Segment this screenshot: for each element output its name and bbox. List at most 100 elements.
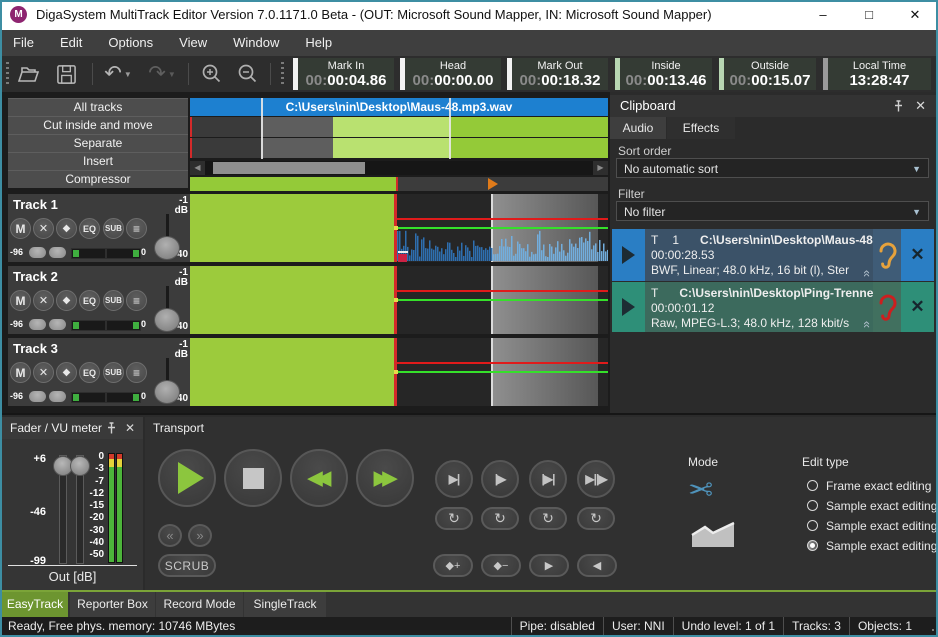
playhead-marker[interactable]	[488, 178, 498, 190]
track-fader-knob[interactable]	[154, 236, 180, 260]
menu-options[interactable]: Options	[95, 30, 166, 56]
track-waveform-area[interactable]	[190, 338, 608, 406]
loop-icon[interactable]: ↻	[435, 507, 473, 530]
loop-icon[interactable]: ↻	[481, 507, 519, 530]
zoom-out-icon[interactable]	[234, 61, 262, 87]
clipboard-entry[interactable]: TC:\Users\nin\Desktop\Ping-Trenner.M 00:…	[612, 282, 934, 332]
play-from-mark-button[interactable]: |▶	[481, 460, 519, 498]
eq-button[interactable]: EQ	[79, 362, 100, 383]
save-icon[interactable]	[52, 61, 80, 87]
close-button[interactable]: ✕	[892, 0, 938, 30]
overview-scrollbar[interactable]: ◀ ▶	[190, 161, 608, 175]
stop-button[interactable]	[224, 449, 282, 507]
entry-play-button[interactable]	[612, 282, 645, 332]
remove-marker-button[interactable]: ◆−	[481, 554, 521, 577]
play-around-mark-button[interactable]: ▶||▶	[577, 460, 615, 498]
fast-forward-button[interactable]: ▶▶	[356, 449, 414, 507]
menu-edit[interactable]: Edit	[47, 30, 95, 56]
menu-window[interactable]: Window	[220, 30, 292, 56]
pan-knob[interactable]	[29, 247, 46, 258]
sub-button[interactable]: SUB	[103, 362, 124, 383]
entry-play-button[interactable]	[612, 229, 645, 281]
solo-button[interactable]: ✕	[33, 290, 54, 311]
edit-tool-separate[interactable]: Separate	[8, 134, 188, 152]
entry-remove-icon[interactable]: ✕	[901, 229, 934, 281]
open-file-icon[interactable]	[14, 61, 42, 87]
tab-audio[interactable]: Audio	[610, 117, 666, 139]
pan-knob[interactable]	[49, 247, 66, 258]
pin-icon[interactable]	[106, 422, 117, 435]
track-waveform-area[interactable]	[190, 266, 608, 334]
track-waveform-area[interactable]	[190, 194, 608, 262]
clipboard-close-icon[interactable]: ✕	[915, 95, 926, 117]
edit-tool-all-tracks[interactable]: All tracks	[8, 98, 188, 116]
entry-remove-icon[interactable]: ✕	[901, 282, 934, 332]
redo-icon[interactable]: ↷▼	[144, 61, 180, 87]
play-selection-button[interactable]: |▶|	[529, 460, 567, 498]
menu-button[interactable]: ≡	[126, 362, 147, 383]
pin-icon[interactable]	[893, 95, 904, 113]
rewind-button[interactable]: ◀◀	[290, 449, 348, 507]
undo-icon[interactable]: ↶▼	[100, 61, 136, 87]
next-marker-button[interactable]: ▶	[529, 554, 569, 577]
timeline-bar[interactable]	[190, 177, 608, 191]
eq-button[interactable]: EQ	[79, 218, 100, 239]
play-to-mark-button[interactable]: ▶|	[435, 460, 473, 498]
output-fader-knob[interactable]	[70, 456, 90, 476]
menu-view[interactable]: View	[166, 30, 220, 56]
scroll-right-icon[interactable]: ▶	[593, 161, 608, 175]
sort-order-select[interactable]: No automatic sort▼	[616, 158, 929, 178]
project-overview[interactable]: C:\Users\nin\Desktop\Maus-48.mp3.wav ◀ ▶	[190, 98, 608, 192]
overview-selection-end[interactable]	[449, 98, 451, 159]
audio-clip-green[interactable]	[190, 338, 394, 406]
zoom-in-icon[interactable]	[198, 61, 226, 87]
pan-knob[interactable]	[29, 391, 46, 402]
expand-icon[interactable]: «	[860, 321, 873, 326]
prelisten-ear-icon[interactable]	[873, 229, 901, 281]
edit-tool-insert[interactable]: Insert	[8, 152, 188, 170]
menu-button[interactable]: ≡	[126, 290, 147, 311]
entry-body[interactable]: T1C:\Users\nin\Desktop\Maus-48.mp 00:00:…	[645, 229, 873, 281]
eq-button[interactable]: EQ	[79, 290, 100, 311]
pan-knob[interactable]	[29, 319, 46, 330]
loop-icon[interactable]: ↻	[577, 507, 615, 530]
maximize-button[interactable]: □	[846, 0, 892, 30]
radio-sample-exact-at[interactable]	[807, 500, 818, 511]
filter-select[interactable]: No filter▼	[616, 201, 929, 221]
skip-forward-icon[interactable]: »	[188, 524, 212, 547]
prelisten-ear-icon[interactable]	[873, 282, 901, 332]
clipboard-entry[interactable]: T1C:\Users\nin\Desktop\Maus-48.mp 00:00:…	[612, 229, 934, 281]
play-button[interactable]	[158, 449, 216, 507]
mute-button[interactable]: M	[10, 218, 31, 239]
mute-button[interactable]: M	[10, 362, 31, 383]
menu-help[interactable]: Help	[292, 30, 345, 56]
loop-icon[interactable]: ↻	[529, 507, 567, 530]
envelope-mode-icon[interactable]	[690, 519, 736, 549]
menu-button[interactable]: ≡	[126, 218, 147, 239]
clip-start-marker[interactable]	[398, 254, 407, 262]
radio-sample-exact-us1[interactable]	[807, 520, 818, 531]
add-marker-button[interactable]: ◆+	[433, 554, 473, 577]
tab-reporter-box[interactable]: Reporter Box	[70, 592, 155, 617]
pan-knob[interactable]	[49, 319, 66, 330]
toolbar-grip[interactable]	[281, 62, 284, 86]
audio-clip-green[interactable]	[190, 194, 394, 262]
scrollbar-thumb[interactable]	[213, 162, 365, 174]
tab-singletrack[interactable]: SingleTrack	[244, 592, 326, 617]
tab-effects[interactable]: Effects	[667, 117, 735, 139]
audio-clip-green[interactable]	[190, 266, 394, 334]
radio-sample-exact-us2[interactable]	[807, 540, 818, 551]
scissors-mode-icon[interactable]: ✂	[688, 473, 713, 508]
mute-button[interactable]: M	[10, 290, 31, 311]
fader-panel-close-icon[interactable]: ✕	[125, 417, 135, 439]
skip-back-icon[interactable]: «	[158, 524, 182, 547]
solo-button[interactable]: ✕	[33, 362, 54, 383]
tab-easytrack[interactable]: EasyTrack	[2, 592, 68, 617]
track-fader-knob[interactable]	[154, 380, 180, 404]
pan-button[interactable]: ◆	[56, 362, 77, 383]
entry-body[interactable]: TC:\Users\nin\Desktop\Ping-Trenner.M 00:…	[645, 282, 873, 332]
pan-button[interactable]: ◆	[56, 290, 77, 311]
scroll-left-icon[interactable]: ◀	[190, 161, 205, 175]
tab-record-mode[interactable]: Record Mode	[156, 592, 243, 617]
edit-tool-cut-inside-and-move[interactable]: Cut inside and move	[8, 116, 188, 134]
